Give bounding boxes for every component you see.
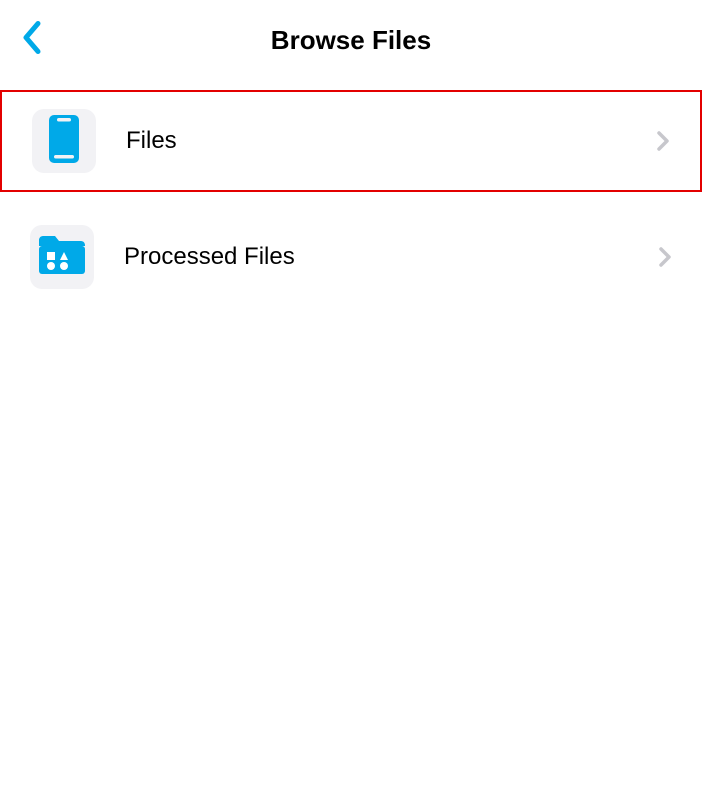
file-list: Files Processed Files xyxy=(0,80,702,308)
list-item-label: Processed Files xyxy=(124,243,658,271)
spacer xyxy=(0,192,702,206)
page-title: Browse Files xyxy=(20,25,682,56)
list-item-label: Files xyxy=(126,127,656,155)
chevron-right-icon xyxy=(656,130,670,152)
header: Browse Files xyxy=(0,0,702,80)
chevron-right-icon xyxy=(658,246,672,268)
icon-box xyxy=(30,225,94,289)
back-button[interactable] xyxy=(20,20,42,61)
icon-box xyxy=(32,109,96,173)
phone-icon xyxy=(49,115,79,168)
list-item-files[interactable]: Files xyxy=(0,90,702,192)
list-item-processed-files[interactable]: Processed Files xyxy=(0,206,702,308)
chevron-left-icon xyxy=(20,20,42,61)
folder-icon xyxy=(37,234,87,281)
